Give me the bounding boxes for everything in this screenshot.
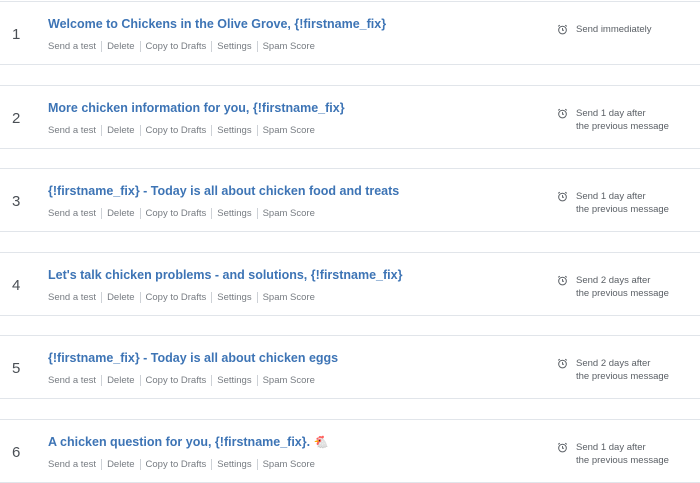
settings-link[interactable]: Settings — [211, 41, 257, 52]
email-subject-text: A chicken question for you, {!firstname_… — [48, 435, 311, 449]
spam-score-link[interactable]: Spam Score — [256, 208, 320, 219]
schedule-line-2: the previous message — [576, 455, 669, 466]
email-subject-link[interactable]: More chicken information for you, {!firs… — [48, 101, 345, 115]
email-number: 3 — [12, 193, 21, 210]
send-test-link[interactable]: Send a test — [48, 375, 101, 386]
email-actions: Send a test Delete Copy to Drafts Settings S… — [48, 375, 320, 386]
schedule-line-2: the previous message — [576, 288, 669, 299]
chicken-emoji-icon: 🐔 — [313, 435, 329, 449]
send-test-link[interactable]: Send a test — [48, 41, 101, 52]
spam-score-link[interactable]: Spam Score — [256, 292, 320, 303]
alarm-clock-icon — [557, 108, 568, 119]
copy-to-drafts-link[interactable]: Copy to Drafts — [139, 375, 212, 386]
schedule-line-1: Send 1 day after — [576, 108, 646, 119]
email-row: 3 {!firstname_fix} - Today is all about … — [0, 168, 700, 232]
email-actions: Send a test Delete Copy to Drafts Settings S… — [48, 208, 320, 219]
delete-link[interactable]: Delete — [101, 292, 140, 303]
email-subject-link[interactable]: {!firstname_fix} - Today is all about ch… — [48, 184, 399, 198]
email-number: 6 — [12, 444, 21, 461]
copy-to-drafts-link[interactable]: Copy to Drafts — [139, 459, 212, 470]
delete-link[interactable]: Delete — [101, 208, 140, 219]
alarm-clock-icon — [557, 191, 568, 202]
delete-link[interactable]: Delete — [101, 41, 140, 52]
schedule-line-1: Send 2 days after — [576, 358, 651, 369]
delete-link[interactable]: Delete — [101, 459, 140, 470]
email-subject-link[interactable]: A chicken question for you, {!firstname_… — [48, 435, 329, 449]
email-row: 6 A chicken question for you, {!firstnam… — [0, 419, 700, 483]
schedule-line-2: the previous message — [576, 204, 669, 215]
alarm-clock-icon — [557, 442, 568, 453]
settings-link[interactable]: Settings — [211, 125, 257, 136]
copy-to-drafts-link[interactable]: Copy to Drafts — [139, 125, 212, 136]
email-number: 5 — [12, 360, 21, 377]
copy-to-drafts-link[interactable]: Copy to Drafts — [139, 41, 212, 52]
spam-score-link[interactable]: Spam Score — [256, 459, 320, 470]
email-actions: Send a test Delete Copy to Drafts Settings S… — [48, 292, 320, 303]
send-test-link[interactable]: Send a test — [48, 208, 101, 219]
email-subject-link[interactable]: Welcome to Chickens in the Olive Grove, … — [48, 17, 386, 31]
alarm-clock-icon — [557, 275, 568, 286]
email-row: 1 Welcome to Chickens in the Olive Grove… — [0, 1, 700, 65]
delete-link[interactable]: Delete — [101, 125, 140, 136]
alarm-clock-icon — [557, 358, 568, 369]
settings-link[interactable]: Settings — [211, 459, 257, 470]
delete-link[interactable]: Delete — [101, 375, 140, 386]
send-test-link[interactable]: Send a test — [48, 459, 101, 470]
email-row: 4 Let's talk chicken problems - and solu… — [0, 252, 700, 316]
copy-to-drafts-link[interactable]: Copy to Drafts — [139, 292, 212, 303]
email-number: 1 — [12, 26, 21, 43]
schedule-line-1: Send 2 days after — [576, 275, 651, 286]
email-actions: Send a test Delete Copy to Drafts Settings S… — [48, 125, 320, 136]
copy-to-drafts-link[interactable]: Copy to Drafts — [139, 208, 212, 219]
email-row: 2 More chicken information for you, {!fi… — [0, 85, 700, 149]
email-actions: Send a test Delete Copy to Drafts Settings S… — [48, 41, 320, 52]
spam-score-link[interactable]: Spam Score — [256, 41, 320, 52]
email-row: 5 {!firstname_fix} - Today is all about … — [0, 335, 700, 399]
settings-link[interactable]: Settings — [211, 208, 257, 219]
email-subject-link[interactable]: {!firstname_fix} - Today is all about ch… — [48, 351, 338, 365]
schedule-line-2: the previous message — [576, 371, 669, 382]
email-number: 4 — [12, 277, 21, 294]
settings-link[interactable]: Settings — [211, 375, 257, 386]
spam-score-link[interactable]: Spam Score — [256, 125, 320, 136]
schedule-line-1: Send 1 day after — [576, 191, 646, 202]
schedule-line-1: Send 1 day after — [576, 442, 646, 453]
send-test-link[interactable]: Send a test — [48, 125, 101, 136]
spam-score-link[interactable]: Spam Score — [256, 375, 320, 386]
email-subject-link[interactable]: Let's talk chicken problems - and soluti… — [48, 268, 402, 282]
schedule-line-2: the previous message — [576, 121, 669, 132]
schedule-line-1: Send immediately — [576, 24, 652, 35]
settings-link[interactable]: Settings — [211, 292, 257, 303]
alarm-clock-icon — [557, 24, 568, 35]
send-test-link[interactable]: Send a test — [48, 292, 101, 303]
email-actions: Send a test Delete Copy to Drafts Settings S… — [48, 459, 320, 470]
email-number: 2 — [12, 110, 21, 127]
